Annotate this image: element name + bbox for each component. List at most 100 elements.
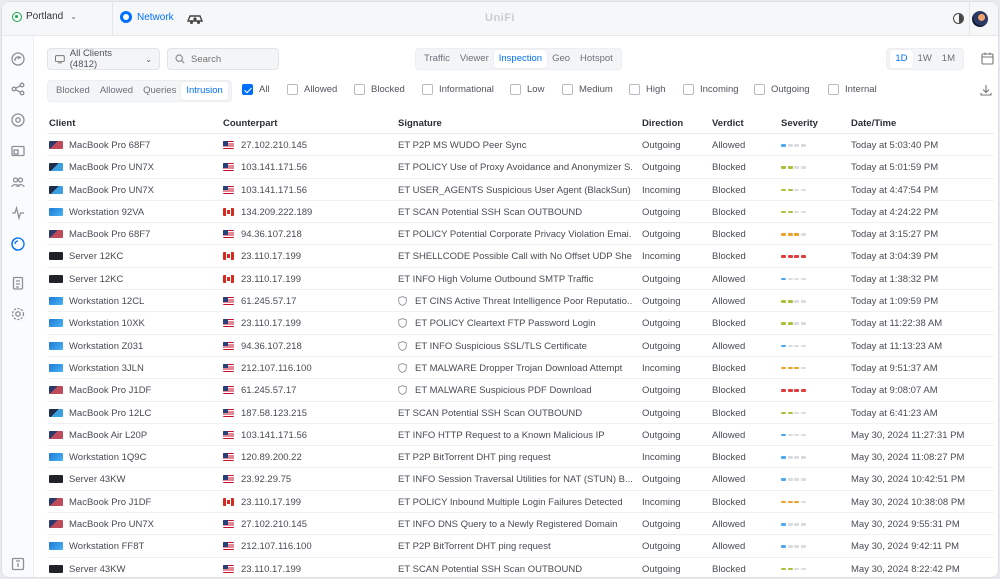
avatar[interactable] xyxy=(972,11,988,27)
signature[interactable]: ET CINS Active Threat Intelligence Poor … xyxy=(415,296,632,307)
client-name[interactable]: MacBook Pro UN7X xyxy=(69,162,154,173)
range-1d[interactable]: 1D xyxy=(890,50,913,68)
nav-insights[interactable] xyxy=(11,237,25,251)
tab-hotspot[interactable]: Hotspot xyxy=(575,50,618,68)
checkbox-internal[interactable] xyxy=(828,84,839,95)
column-header-direction[interactable]: Direction xyxy=(642,118,683,129)
counterpart-ip[interactable]: 23.110.17.199 xyxy=(241,251,301,262)
filter-checkbox-allowed[interactable]: Allowed xyxy=(287,84,337,95)
nav-clients[interactable] xyxy=(11,144,25,158)
column-header-client[interactable]: Client xyxy=(49,118,75,129)
client-name[interactable]: MacBook Pro 68F7 xyxy=(69,140,150,151)
signature[interactable]: ET P2P MS WUDO Peer Sync xyxy=(398,140,632,151)
column-header-date-time[interactable]: Date/Time xyxy=(851,118,896,129)
table-row[interactable]: Workstation 1Q9C 120.89.200.22 ET P2P BitT… xyxy=(47,446,994,469)
search-input[interactable] xyxy=(191,53,271,65)
table-row[interactable]: Server 12KC 23.110.17.199 ET INFO High Vol… xyxy=(47,268,994,291)
checkbox-incoming[interactable] xyxy=(683,84,694,95)
checkbox-informational[interactable] xyxy=(422,84,433,95)
counterpart-ip[interactable]: 27.102.210.145 xyxy=(241,140,307,151)
signature[interactable]: ET INFO Session Traversal Utilities for … xyxy=(398,474,632,485)
tab-viewer[interactable]: Viewer xyxy=(455,50,494,68)
checkbox-outgoing[interactable] xyxy=(754,84,765,95)
table-row[interactable]: Workstation FF8T 212.107.116.100 ET P2P Bi… xyxy=(47,535,994,558)
signature[interactable]: ET POLICY Potential Corporate Privacy Vi… xyxy=(398,229,632,240)
checkbox-low[interactable] xyxy=(510,84,521,95)
table-row[interactable]: Server 43KW 23.92.29.75 ET INFO Session Tr… xyxy=(47,468,994,491)
client-name[interactable]: Workstation 10XK xyxy=(69,318,145,329)
signature[interactable]: ET POLICY Use of Proxy Avoidance and Ano… xyxy=(398,162,632,173)
filter-checkbox-high[interactable]: High xyxy=(629,84,666,95)
counterpart-ip[interactable]: 187.58.123.215 xyxy=(241,408,307,419)
counterpart-ip[interactable]: 61.245.57.17 xyxy=(241,296,296,307)
table-row[interactable]: Server 43KW 23.110.17.199 ET SCAN Potentia… xyxy=(47,558,994,577)
filter-checkbox-low[interactable]: Low xyxy=(510,84,544,95)
filter-checkbox-incoming[interactable]: Incoming xyxy=(683,84,739,95)
counterpart-ip[interactable]: 23.110.17.199 xyxy=(241,274,301,285)
signature[interactable]: ET POLICY Inbound Multiple Login Failure… xyxy=(398,497,632,508)
column-header-verdict[interactable]: Verdict xyxy=(712,118,744,129)
table-row[interactable]: MacBook Pro J1DF 23.110.17.199 ET POLICY I… xyxy=(47,491,994,514)
client-name[interactable]: Workstation 92VA xyxy=(69,207,144,218)
client-name[interactable]: Workstation Z031 xyxy=(69,341,143,352)
signature[interactable]: ET INFO DNS Query to a Newly Registered … xyxy=(398,519,632,530)
table-row[interactable]: Workstation 3JLN 212.107.116.100 ET MALWAR… xyxy=(47,357,994,380)
table-row[interactable]: MacBook Air L20P 103.141.171.56 ET INFO HT… xyxy=(47,424,994,447)
range-1w[interactable]: 1W xyxy=(913,50,937,68)
checkbox-allowed[interactable] xyxy=(287,84,298,95)
table-row[interactable]: Server 12KC 23.110.17.199 ET SHELLCODE Pos… xyxy=(47,245,994,268)
signature[interactable]: ET SHELLCODE Possible Call with No Offse… xyxy=(398,251,632,262)
counterpart-ip[interactable]: 134.209.222.189 xyxy=(241,207,312,218)
nav-about[interactable] xyxy=(11,557,25,571)
nav-topology[interactable] xyxy=(11,82,25,96)
client-name[interactable]: Workstation 3JLN xyxy=(69,363,144,374)
client-name[interactable]: Server 12KC xyxy=(69,274,123,285)
nav-users[interactable] xyxy=(11,175,25,189)
client-name[interactable]: MacBook Pro J1DF xyxy=(69,385,151,396)
client-name[interactable]: Workstation 12CL xyxy=(69,296,144,307)
counterpart-ip[interactable]: 23.92.29.75 xyxy=(241,474,291,485)
counterpart-ip[interactable]: 120.89.200.22 xyxy=(241,452,302,463)
client-name[interactable]: Workstation FF8T xyxy=(69,541,144,552)
client-name[interactable]: MacBook Pro UN7X xyxy=(69,519,154,530)
table-row[interactable]: Workstation Z031 94.36.107.218 ET INFO Sus… xyxy=(47,335,994,357)
signature[interactable]: ET INFO Suspicious SSL/TLS Certificate xyxy=(415,341,632,352)
table-row[interactable]: MacBook Pro J1DF 61.245.57.17 ET MALWARE S… xyxy=(47,379,994,402)
table-row[interactable]: MacBook Pro 12LC 187.58.123.215 ET SCAN Po… xyxy=(47,402,994,424)
client-name[interactable]: MacBook Air L20P xyxy=(69,430,147,441)
tab-traffic[interactable]: Traffic xyxy=(419,50,455,68)
client-name[interactable]: Server 43KW xyxy=(69,474,126,485)
column-header-signature[interactable]: Signature xyxy=(398,118,442,129)
column-header-counterpart[interactable]: Counterpart xyxy=(223,118,277,129)
checkbox-high[interactable] xyxy=(629,84,640,95)
filter-checkbox-informational[interactable]: Informational xyxy=(422,84,494,95)
signature[interactable]: ET SCAN Potential SSH Scan OUTBOUND xyxy=(398,408,632,419)
counterpart-ip[interactable]: 94.36.107.218 xyxy=(241,341,302,352)
download-icon[interactable] xyxy=(980,84,992,96)
counterpart-ip[interactable]: 103.141.171.56 xyxy=(241,185,307,196)
calendar-icon[interactable] xyxy=(981,52,994,65)
signature[interactable]: ET INFO High Volume Outbound SMTP Traffi… xyxy=(398,274,632,285)
filter-checkbox-all[interactable]: All xyxy=(242,84,270,95)
signature[interactable]: ET INFO HTTP Request to a Known Maliciou… xyxy=(398,430,632,441)
verdict-tab-intrusion[interactable]: Intrusion xyxy=(181,82,228,100)
tab-geo[interactable]: Geo xyxy=(547,50,575,68)
signature[interactable]: ET SCAN Potential SSH Scan OUTBOUND xyxy=(398,564,632,575)
table-row[interactable]: MacBook Pro 68F7 27.102.210.145 ET P2P MS … xyxy=(47,134,994,157)
search-box[interactable] xyxy=(167,48,279,70)
client-name[interactable]: Server 12KC xyxy=(69,251,123,262)
signature[interactable]: ET POLICY Cleartext FTP Password Login xyxy=(415,318,632,329)
counterpart-ip[interactable]: 23.110.17.199 xyxy=(241,564,301,575)
client-name[interactable]: MacBook Pro UN7X xyxy=(69,185,154,196)
filter-checkbox-outgoing[interactable]: Outgoing xyxy=(754,84,810,95)
filter-checkbox-medium[interactable]: Medium xyxy=(562,84,613,95)
client-name[interactable]: MacBook Pro 12LC xyxy=(69,408,151,419)
counterpart-ip[interactable]: 212.107.116.100 xyxy=(241,541,312,552)
table-row[interactable]: Workstation 12CL 61.245.57.17 ET CINS Acti… xyxy=(47,290,994,313)
counterpart-ip[interactable]: 94.36.107.218 xyxy=(241,229,302,240)
counterpart-ip[interactable]: 212.107.116.100 xyxy=(241,363,312,374)
signature[interactable]: ET MALWARE Dropper Trojan Download Attem… xyxy=(415,363,632,374)
checkbox-blocked[interactable] xyxy=(354,84,365,95)
counterpart-ip[interactable]: 27.102.210.145 xyxy=(241,519,307,530)
column-header-severity[interactable]: Severity xyxy=(781,118,818,129)
